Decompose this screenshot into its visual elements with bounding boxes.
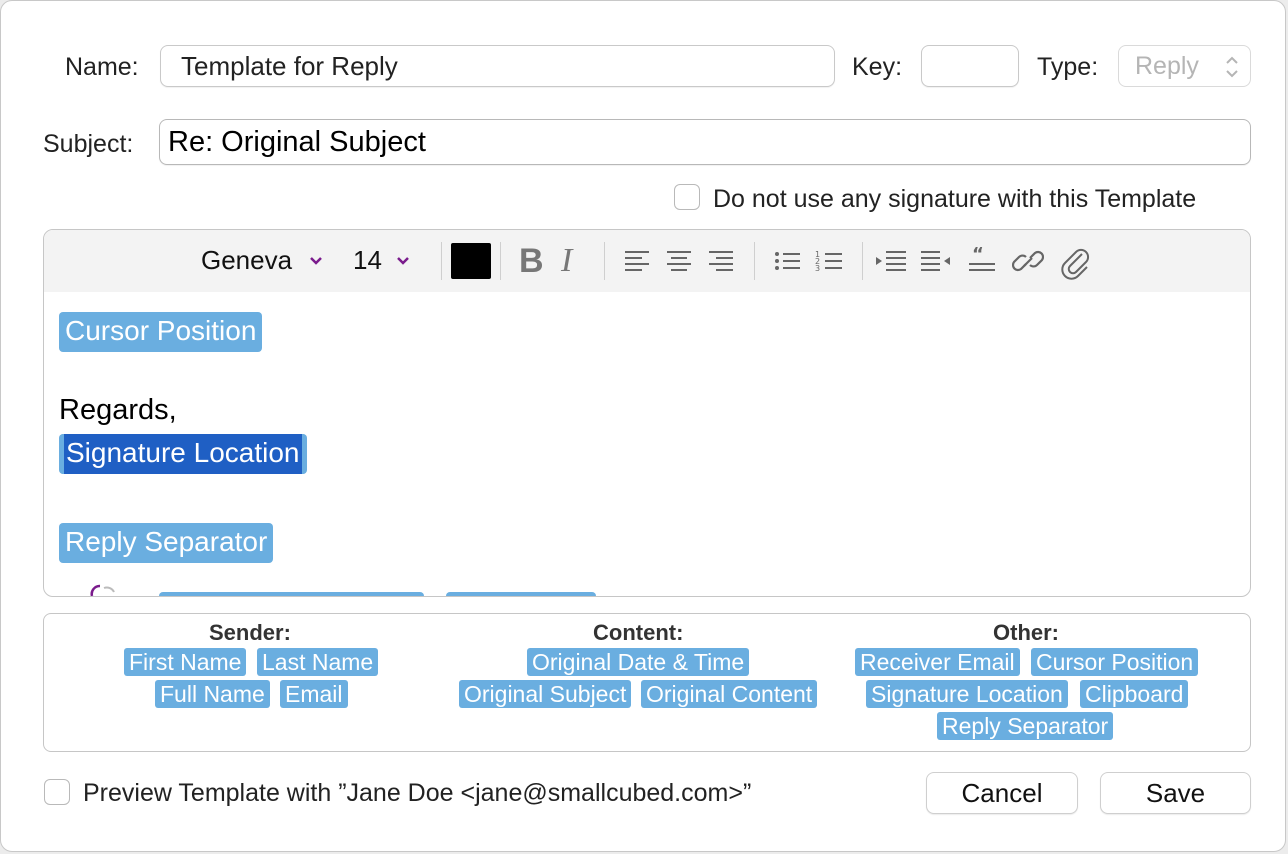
bullet-list-icon[interactable] <box>772 242 802 280</box>
placeholder-original-content[interactable]: Original Content <box>641 680 818 708</box>
placeholder-original-subject[interactable]: Original Subject <box>459 680 632 708</box>
placeholder-email[interactable]: Email <box>280 680 348 708</box>
placeholder-original-date-time[interactable]: Original Date & Time <box>527 648 750 676</box>
placeholder-full-name[interactable]: Full Name <box>155 680 270 708</box>
preview-label: Preview Template with ”Jane Doe <jane@sm… <box>83 779 752 807</box>
format-toolbar: Geneva 14 B I 1 2 3 “ <box>44 230 1250 292</box>
save-button-label: Save <box>1145 777 1206 808</box>
up-down-chevron-icon <box>1226 56 1238 78</box>
align-left-icon[interactable] <box>622 242 652 280</box>
svg-text:3: 3 <box>815 264 820 273</box>
name-field[interactable]: Template for Reply <box>160 45 835 87</box>
cancel-button-label: Cancel <box>961 777 1043 808</box>
outdent-icon[interactable] <box>918 242 952 280</box>
placeholder-reply-separator[interactable]: Reply Separator <box>937 712 1114 740</box>
type-select-value: Reply <box>1135 51 1199 80</box>
align-center-icon[interactable] <box>664 242 694 280</box>
cancel-button[interactable]: Cancel <box>926 772 1078 814</box>
signature-location-token[interactable]: Signature Location <box>59 434 307 474</box>
other-heading: Other: <box>993 620 1059 645</box>
key-label: Key: <box>852 53 903 81</box>
preview-checkbox[interactable] <box>44 779 70 805</box>
toolbar-divider <box>604 242 605 280</box>
indent-icon[interactable] <box>874 242 908 280</box>
subject-label: Subject: <box>43 130 134 158</box>
subject-field[interactable]: Re: Original Subject <box>159 119 1251 165</box>
italic-button[interactable]: I <box>561 242 572 280</box>
name-field-value: Template for Reply <box>181 50 398 81</box>
type-select[interactable]: Reply <box>1118 45 1251 87</box>
numbered-list-icon[interactable]: 123 <box>814 242 844 280</box>
font-family-chevron-icon[interactable] <box>308 249 324 273</box>
placeholder-receiver-email[interactable]: Receiver Email <box>855 648 1020 676</box>
toolbar-divider <box>441 242 442 280</box>
quote-icon[interactable]: “ <box>966 242 998 280</box>
align-right-icon[interactable] <box>706 242 736 280</box>
quoted-header-glyph <box>90 584 115 596</box>
no-signature-checkbox[interactable] <box>674 184 700 210</box>
toolbar-divider <box>500 242 501 280</box>
reply-separator-token[interactable]: Reply Separator <box>59 523 274 563</box>
sender-heading: Sender: <box>209 620 291 645</box>
type-label: Type: <box>1037 53 1099 81</box>
placeholders-panel: Sender: First Name Last Name Full Name E… <box>43 613 1251 752</box>
message-editor[interactable]: Geneva 14 B I 1 2 3 “ Cursor Position Re… <box>43 229 1251 597</box>
cursor-position-token[interactable]: Cursor Position <box>59 312 263 352</box>
name-label: Name: <box>65 53 139 81</box>
toolbar-divider <box>862 242 863 280</box>
svg-text:“: “ <box>972 244 984 265</box>
template-editor-dialog: Name: Template for Reply Key: Type: Repl… <box>0 0 1286 852</box>
save-button[interactable]: Save <box>1100 772 1251 814</box>
font-size-select[interactable]: 14 <box>353 245 382 276</box>
key-field[interactable] <box>921 45 1019 87</box>
font-size-chevron-icon[interactable] <box>395 249 411 273</box>
subject-field-value: Re: Original Subject <box>168 125 426 158</box>
attachment-icon[interactable] <box>1058 242 1090 280</box>
placeholder-cursor-position[interactable]: Cursor Position <box>1031 648 1199 676</box>
placeholder-clipboard[interactable]: Clipboard <box>1080 680 1189 708</box>
content-heading: Content: <box>593 620 684 645</box>
text-color-well[interactable] <box>451 243 491 279</box>
link-icon[interactable] <box>1012 242 1044 280</box>
toolbar-divider <box>754 242 755 280</box>
placeholder-first-name[interactable]: First Name <box>124 648 247 676</box>
no-signature-label: Do not use any signature with this Templ… <box>713 185 1197 213</box>
quoted-token-partial <box>446 592 596 596</box>
regards-text: Regards, <box>59 394 177 426</box>
placeholder-last-name[interactable]: Last Name <box>257 648 379 676</box>
placeholder-signature-location[interactable]: Signature Location <box>866 680 1068 708</box>
bold-button[interactable]: B <box>519 242 544 281</box>
quoted-token-partial <box>159 592 424 596</box>
font-family-select[interactable]: Geneva <box>201 245 292 276</box>
